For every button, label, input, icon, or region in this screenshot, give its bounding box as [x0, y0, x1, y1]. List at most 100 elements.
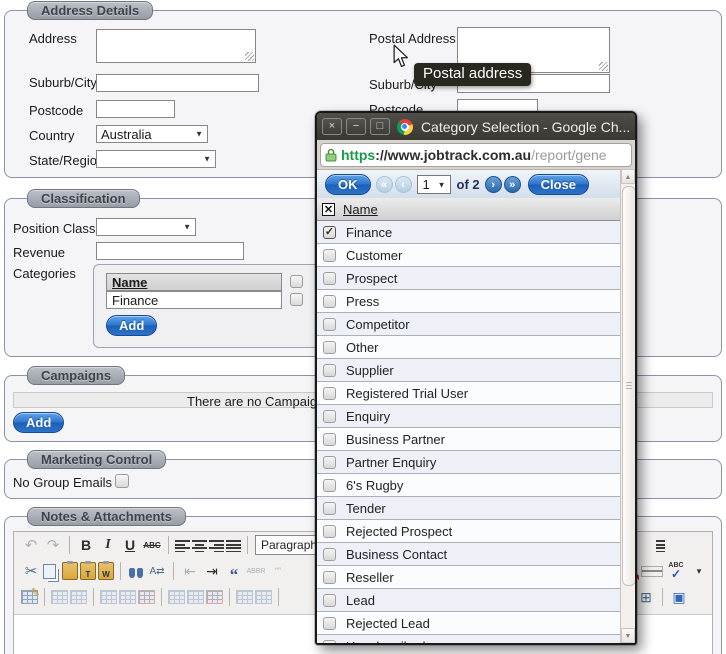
quotes-icon[interactable]: “”	[268, 561, 288, 581]
scroll-down-icon[interactable]: ▼	[621, 628, 635, 643]
category-row[interactable]: Supplier	[317, 359, 620, 382]
find-icon[interactable]	[127, 564, 145, 578]
insert-column-before-icon[interactable]	[168, 590, 185, 604]
name-column-header[interactable]: Name	[343, 202, 378, 217]
category-row[interactable]: Tender	[317, 497, 620, 520]
outdent-icon[interactable]: ⇤	[180, 561, 200, 581]
category-row[interactable]: Business Partner	[317, 428, 620, 451]
paste-icon[interactable]	[62, 562, 78, 580]
category-row[interactable]: Partner Enquiry	[317, 451, 620, 474]
strikethrough-icon[interactable]: ABC	[142, 535, 162, 555]
category-checkbox[interactable]	[323, 594, 336, 607]
category-checkbox[interactable]	[323, 502, 336, 515]
insert-layer-icon[interactable]: ⊞	[636, 587, 656, 607]
next-page-button[interactable]: ›	[485, 176, 502, 193]
position-class-select[interactable]: ▼	[96, 218, 196, 236]
page-number-select[interactable]: 1 ▼	[417, 175, 451, 194]
window-minimize-button[interactable]: −	[346, 118, 366, 135]
category-checkbox[interactable]	[323, 295, 336, 308]
insert-column-after-icon[interactable]	[187, 590, 204, 604]
scrollbar-thumb[interactable]	[622, 186, 636, 586]
undo-icon[interactable]: ↶	[21, 535, 41, 555]
align-center-icon[interactable]	[192, 539, 207, 552]
category-checkbox[interactable]	[323, 272, 336, 285]
abbreviation-icon[interactable]: ABBR	[246, 561, 266, 581]
category-row[interactable]: Business Contact	[317, 543, 620, 566]
state-region-select[interactable]: ▼	[96, 150, 216, 168]
category-row[interactable]: Unsubscribed	[317, 635, 620, 643]
categories-header-checkbox[interactable]	[290, 275, 303, 288]
delete-column-icon[interactable]	[206, 590, 223, 604]
postcode-input[interactable]	[96, 100, 175, 118]
category-checkbox[interactable]: ✓	[323, 226, 336, 239]
category-checkbox[interactable]	[323, 571, 336, 584]
category-checkbox[interactable]	[323, 249, 336, 262]
category-row[interactable]: Rejected Lead	[317, 612, 620, 635]
insert-table-icon[interactable]: ✎	[21, 590, 38, 604]
category-row-checkbox[interactable]	[290, 293, 303, 306]
split-cells-icon[interactable]	[236, 590, 253, 604]
category-row[interactable]: Customer	[317, 244, 620, 267]
ordered-list-icon[interactable]	[650, 539, 665, 552]
category-checkbox[interactable]	[323, 617, 336, 630]
category-checkbox[interactable]	[323, 364, 336, 377]
category-checkbox[interactable]	[323, 525, 336, 538]
align-right-icon[interactable]	[209, 539, 224, 552]
align-left-icon[interactable]	[175, 539, 190, 552]
ok-button[interactable]: OK	[325, 174, 371, 195]
category-checkbox[interactable]	[323, 433, 336, 446]
category-checkbox[interactable]	[323, 640, 336, 644]
delete-row-icon[interactable]	[138, 590, 155, 604]
suburb-city-input[interactable]	[96, 74, 259, 92]
revenue-input[interactable]	[96, 242, 244, 260]
url-bar[interactable]: https ://www.jobtrack.com.au /report/gen…	[320, 143, 632, 167]
spellcheck-dropdown-icon[interactable]: ▾	[689, 561, 709, 581]
category-row[interactable]: Lead	[317, 589, 620, 612]
italic-icon[interactable]: I	[98, 535, 118, 555]
country-select[interactable]: Australia ▼	[96, 125, 208, 143]
no-group-emails-checkbox[interactable]	[115, 474, 129, 488]
merge-cells-icon[interactable]	[255, 590, 272, 604]
window-maximize-button[interactable]: □	[370, 118, 390, 135]
horizontal-rule-icon[interactable]	[641, 566, 663, 577]
bold-icon[interactable]: B	[76, 535, 96, 555]
underline-icon[interactable]: U	[120, 535, 140, 555]
category-checkbox[interactable]	[323, 548, 336, 561]
category-checkbox[interactable]	[323, 456, 336, 469]
category-row[interactable]: Enquiry	[317, 405, 620, 428]
category-row[interactable]: Reseller	[317, 566, 620, 589]
window-close-button[interactable]: ×	[322, 118, 342, 135]
category-checkbox[interactable]	[323, 410, 336, 423]
category-row[interactable]: ✓Finance	[317, 221, 620, 244]
category-checkbox[interactable]	[323, 479, 336, 492]
cut-icon[interactable]: ✂	[21, 561, 41, 581]
select-all-checkbox[interactable]: ✕	[322, 203, 335, 216]
category-checkbox[interactable]	[323, 341, 336, 354]
category-row[interactable]: Registered Trial User	[317, 382, 620, 405]
blockquote-icon[interactable]: “	[224, 557, 244, 585]
indent-icon[interactable]: ⇥	[202, 561, 222, 581]
category-row[interactable]: Rejected Prospect	[317, 520, 620, 543]
first-page-button[interactable]: «	[376, 176, 393, 193]
paste-from-word-icon[interactable]: W	[98, 562, 114, 580]
table-cell-properties-icon[interactable]	[70, 590, 87, 604]
category-row[interactable]: 6's Rugby	[317, 474, 620, 497]
last-page-button[interactable]: »	[504, 176, 521, 193]
align-justify-icon[interactable]	[226, 539, 241, 552]
scroll-up-icon[interactable]: ▲	[621, 169, 635, 184]
find-replace-icon[interactable]: A⇄	[147, 561, 167, 581]
close-button[interactable]: Close	[528, 174, 589, 195]
insert-row-after-icon[interactable]	[119, 590, 136, 604]
window-titlebar[interactable]: × − □ Category Selection - Google Ch...	[317, 113, 635, 140]
prev-page-button[interactable]: ‹	[395, 176, 412, 193]
redo-icon[interactable]: ↷	[43, 535, 63, 555]
spellcheck-icon[interactable]: ABC	[665, 561, 687, 581]
category-checkbox[interactable]	[323, 387, 336, 400]
scrollbar[interactable]: ▲ ▼	[620, 169, 635, 643]
category-row[interactable]: Other	[317, 336, 620, 359]
toggle-absolute-icon[interactable]: ▣	[669, 587, 689, 607]
copy-icon[interactable]	[43, 564, 56, 579]
category-row[interactable]: Prospect	[317, 267, 620, 290]
categories-add-button[interactable]: Add	[106, 315, 157, 336]
category-row[interactable]: Press	[317, 290, 620, 313]
